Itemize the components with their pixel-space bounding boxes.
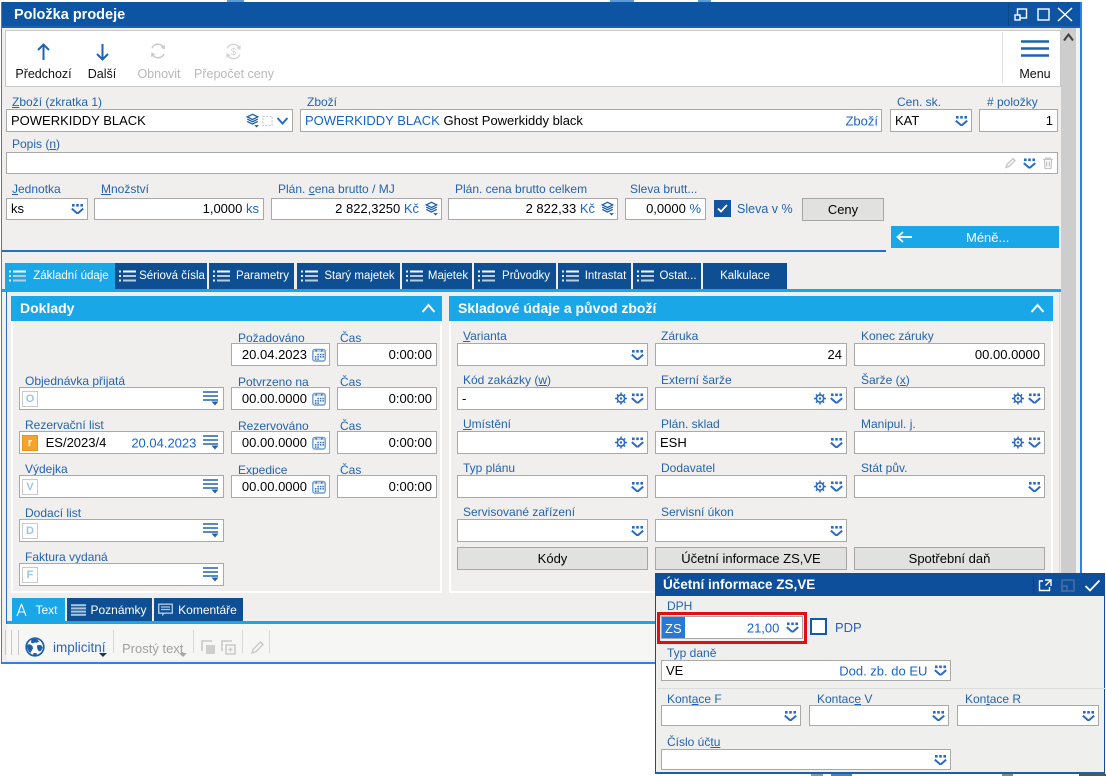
svg-text:$: $: [231, 47, 237, 58]
